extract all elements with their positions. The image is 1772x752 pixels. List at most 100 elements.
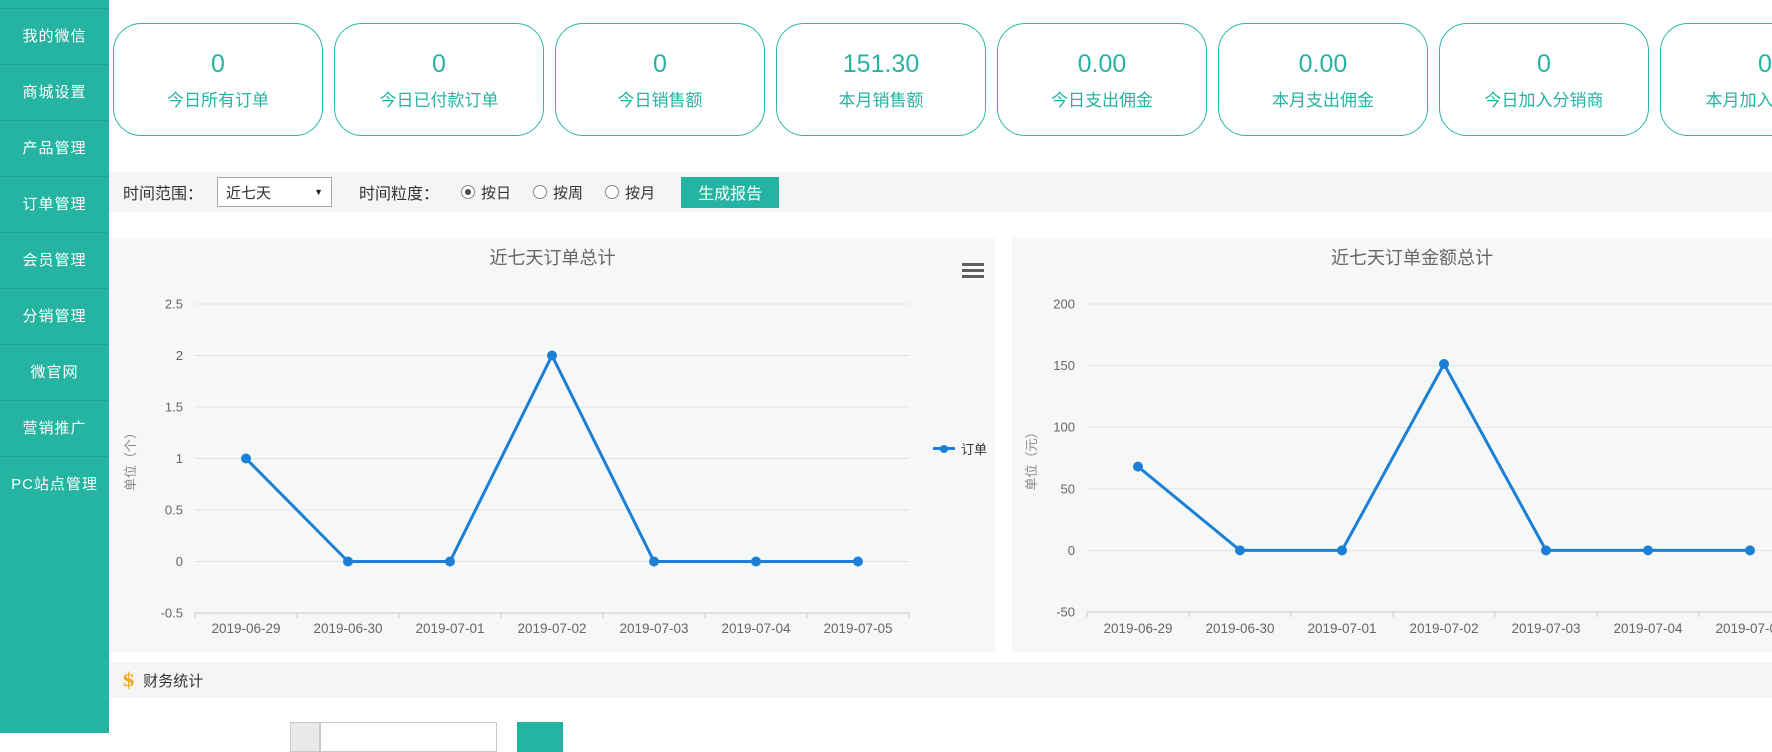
- sidebar: 我的微信商城设置产品管理订单管理会员管理分销管理微官网营销推广PC站点管理: [0, 0, 109, 733]
- data-point[interactable]: [1643, 545, 1653, 555]
- stat-card-2: 0 今日销售额: [555, 23, 765, 136]
- x-tick-label: 2019-07-01: [1307, 621, 1376, 636]
- sidebar-item-0[interactable]: 我的微信: [0, 8, 109, 64]
- data-point[interactable]: [1337, 545, 1347, 555]
- y-tick-label: 2: [176, 348, 183, 363]
- chevron-down-icon: ▼: [314, 187, 323, 197]
- sidebar-item-7[interactable]: 营销推广: [0, 400, 109, 456]
- finance-section-header: $ 财务统计: [110, 662, 1772, 698]
- stat-card-value: 0.00: [1299, 49, 1348, 79]
- x-tick-label: 2019-07-05: [823, 621, 892, 636]
- x-tick-label: 2019-07-02: [517, 621, 586, 636]
- x-tick-label: 2019-06-29: [1103, 621, 1172, 636]
- generate-report-button[interactable]: 生成报告: [681, 177, 779, 208]
- stat-card-6: 0 今日加入分销商: [1439, 23, 1649, 136]
- sidebar-item-1[interactable]: 商城设置: [0, 64, 109, 120]
- stat-card-3: 151.30 本月销售额: [776, 23, 986, 136]
- granularity-radio-1[interactable]: 按周: [533, 182, 583, 203]
- y-tick-label: 50: [1061, 481, 1075, 496]
- y-axis-name: 单位（个）: [123, 426, 138, 491]
- sidebar-item-8[interactable]: PC站点管理: [0, 456, 109, 512]
- y-tick-label: 2.5: [165, 297, 183, 312]
- radio-label: 按日: [481, 182, 511, 203]
- time-range-select[interactable]: 近七天 ▼: [217, 177, 332, 207]
- stat-card-label: 今日销售额: [618, 86, 703, 111]
- x-tick-label: 2019-07-02: [1409, 621, 1478, 636]
- radio-selected-icon[interactable]: [461, 185, 475, 199]
- data-point[interactable]: [547, 351, 557, 361]
- y-tick-label: -50: [1056, 605, 1075, 620]
- sidebar-menu: 我的微信商城设置产品管理订单管理会员管理分销管理微官网营销推广PC站点管理: [0, 8, 109, 512]
- stat-card-0: 0 今日所有订单: [113, 23, 323, 136]
- data-point[interactable]: [445, 557, 455, 567]
- stat-card-label: 今日已付款订单: [380, 86, 499, 111]
- data-point[interactable]: [1133, 462, 1143, 472]
- orders-chart-legend[interactable]: 订单: [933, 439, 987, 458]
- stat-card-4: 0.00 今日支出佣金: [997, 23, 1207, 136]
- data-point[interactable]: [853, 557, 863, 567]
- bottom-action-button[interactable]: [517, 722, 563, 752]
- legend-line-dot-icon: [933, 444, 955, 454]
- x-tick-label: 2019-06-30: [1205, 621, 1274, 636]
- granularity-radio-0[interactable]: 按日: [461, 182, 511, 203]
- y-tick-label: -0.5: [161, 606, 183, 621]
- data-point[interactable]: [1439, 359, 1449, 369]
- stat-cards-row: 0 今日所有订单 0 今日已付款订单 0 今日销售额 151.30 本月销售额 0.00 今日支出…: [113, 23, 1772, 136]
- y-tick-label: 100: [1053, 420, 1075, 435]
- radio-label: 按月: [625, 182, 655, 203]
- data-point[interactable]: [1541, 545, 1551, 555]
- y-tick-label: 200: [1053, 297, 1075, 312]
- x-tick-label: 2019-07-04: [721, 621, 791, 636]
- x-tick-label: 2019-07-03: [619, 621, 688, 636]
- stat-card-label: 本月支出佣金: [1272, 86, 1374, 111]
- sidebar-item-5[interactable]: 分销管理: [0, 288, 109, 344]
- x-tick-label: 2019-07-04: [1613, 621, 1683, 636]
- y-axis-name: 单位（元）: [1024, 425, 1039, 490]
- radio-label: 按周: [553, 182, 583, 203]
- orders-chart-panel: 近七天订单总计 2.521.510.50-0.52019-06-292019-0…: [110, 238, 995, 652]
- data-point[interactable]: [241, 454, 251, 464]
- order-amount-line-chart[interactable]: 200150100500-502019-06-292019-06-302019-…: [1012, 238, 1772, 652]
- data-point[interactable]: [751, 557, 761, 567]
- stat-card-value: 0: [653, 49, 667, 79]
- stat-card-value: 0: [432, 49, 446, 79]
- granularity-radio-group: 按日 按周 按月: [439, 182, 655, 203]
- sidebar-item-3[interactable]: 订单管理: [0, 176, 109, 232]
- stat-card-label: 今日所有订单: [167, 86, 269, 111]
- stat-card-value: 0: [1758, 49, 1772, 79]
- data-point[interactable]: [649, 557, 659, 567]
- x-tick-label: 2019-07-05: [1715, 621, 1772, 636]
- y-tick-label: 0: [1068, 543, 1075, 558]
- bottom-input-addon[interactable]: [290, 722, 320, 752]
- orders-line-chart[interactable]: 2.521.510.50-0.52019-06-292019-06-302019…: [110, 238, 995, 652]
- stat-card-value: 0: [211, 49, 225, 79]
- bottom-text-input[interactable]: [320, 722, 497, 752]
- x-tick-label: 2019-07-03: [1511, 621, 1580, 636]
- stat-card-label: 本月销售额: [839, 86, 924, 111]
- stat-card-value: 0.00: [1078, 49, 1127, 79]
- order-amount-chart-panel: 近七天订单金额总计 200150100500-502019-06-292019-…: [1012, 238, 1772, 652]
- y-tick-label: 1.5: [165, 400, 183, 415]
- filter-bar: 时间范围： 近七天 ▼ 时间粒度： 按日 按周 按月 生成报告: [110, 172, 1772, 212]
- time-range-label: 时间范围：: [123, 180, 203, 204]
- granularity-radio-2[interactable]: 按月: [605, 182, 655, 203]
- time-range-selected-value: 近七天: [226, 182, 271, 203]
- stat-card-label: 今日支出佣金: [1051, 86, 1153, 111]
- sidebar-item-2[interactable]: 产品管理: [0, 120, 109, 176]
- granularity-label: 时间粒度：: [359, 180, 439, 204]
- sidebar-item-6[interactable]: 微官网: [0, 344, 109, 400]
- stat-card-1: 0 今日已付款订单: [334, 23, 544, 136]
- radio-unselected-icon[interactable]: [605, 185, 619, 199]
- stat-card-label: 本月加入分销商: [1706, 86, 1772, 111]
- x-tick-label: 2019-06-29: [211, 621, 280, 636]
- stat-card-value: 0: [1537, 49, 1551, 79]
- stat-card-label: 今日加入分销商: [1485, 86, 1604, 111]
- sidebar-item-4[interactable]: 会员管理: [0, 232, 109, 288]
- stat-card-value: 151.30: [843, 49, 919, 79]
- radio-unselected-icon[interactable]: [533, 185, 547, 199]
- data-point[interactable]: [1745, 545, 1755, 555]
- series-line: [1138, 364, 1750, 550]
- data-point[interactable]: [1235, 545, 1245, 555]
- y-tick-label: 0: [176, 554, 183, 569]
- data-point[interactable]: [343, 557, 353, 567]
